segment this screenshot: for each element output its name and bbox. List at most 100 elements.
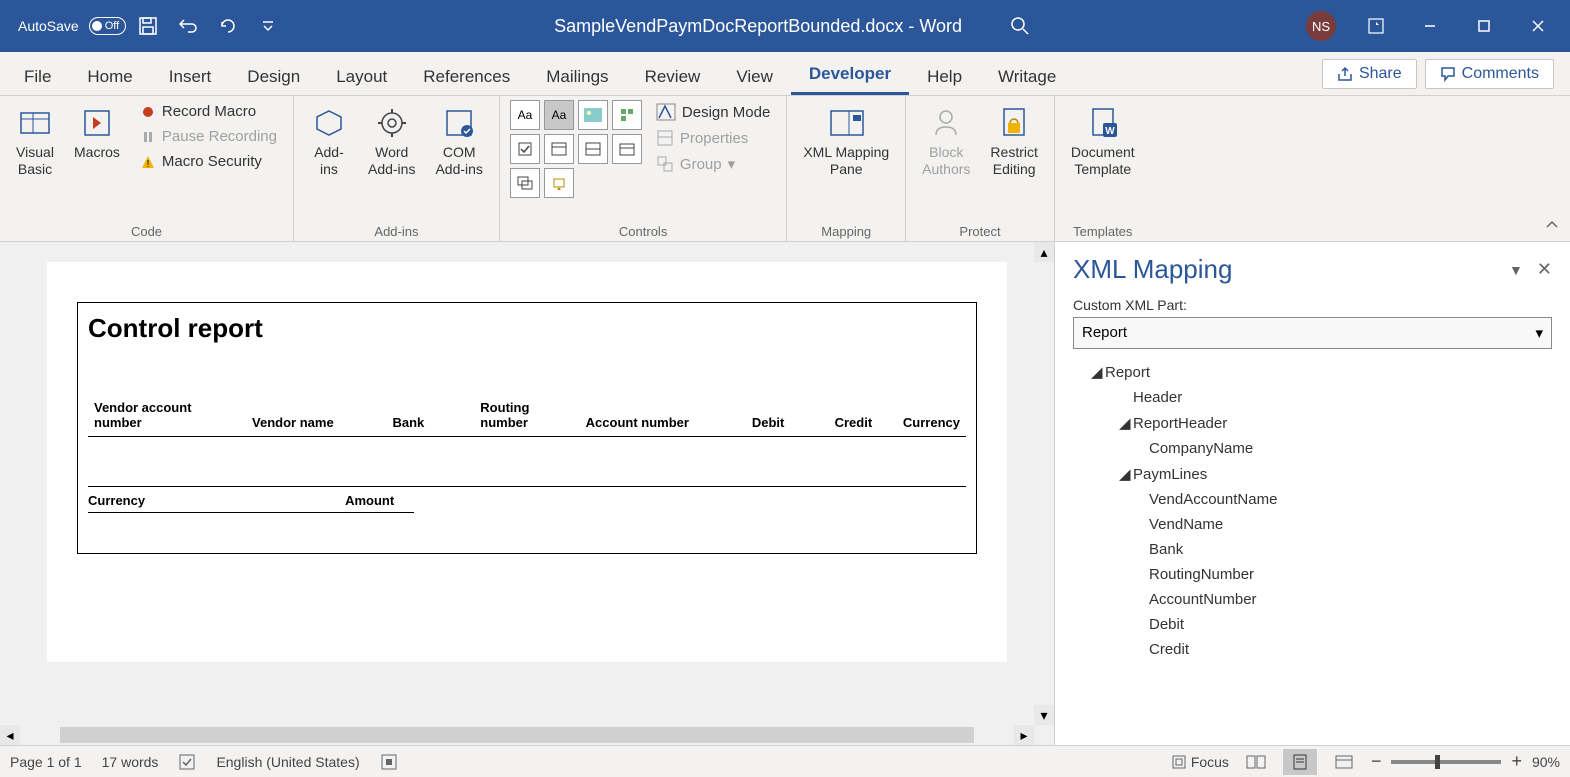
zoom-level[interactable]: 90% — [1532, 754, 1560, 770]
rich-text-control-button[interactable]: Aa — [510, 100, 540, 130]
custom-xml-select[interactable]: Report ▾ — [1073, 317, 1552, 349]
tab-file[interactable]: File — [6, 57, 69, 95]
group-protect: BlockAuthors RestrictEditing Protect — [906, 96, 1055, 241]
read-mode-button[interactable] — [1239, 749, 1273, 775]
tab-review[interactable]: Review — [627, 57, 719, 95]
status-words[interactable]: 17 words — [102, 754, 159, 770]
addins-button[interactable]: Add-ins — [304, 100, 354, 182]
group-controls-button: Group ▾ — [650, 152, 776, 176]
sum-currency: Currency — [88, 487, 345, 513]
building-block-control-button[interactable] — [612, 100, 642, 130]
print-layout-button[interactable] — [1283, 749, 1317, 775]
tab-writage[interactable]: Writage — [980, 57, 1074, 95]
com-addins-button[interactable]: COMAdd-ins — [429, 100, 488, 182]
tree-node-companyname[interactable]: CompanyName — [1073, 436, 1552, 461]
tree-node-vendaccountname[interactable]: VendAccountName — [1073, 487, 1552, 512]
autosave-toggle[interactable]: Off — [89, 17, 126, 35]
restrict-editing-button[interactable]: RestrictEditing — [984, 100, 1043, 182]
visual-basic-icon — [16, 104, 54, 142]
tree-node-accountnumber[interactable]: AccountNumber — [1073, 587, 1552, 612]
save-icon[interactable] — [130, 8, 166, 44]
tab-insert[interactable]: Insert — [151, 57, 230, 95]
collapse-ribbon-icon[interactable] — [1544, 217, 1560, 233]
search-icon[interactable] — [1002, 8, 1038, 44]
macros-button[interactable]: Macros — [68, 100, 126, 165]
status-language[interactable]: English (United States) — [216, 754, 359, 770]
design-mode-button[interactable]: Design Mode — [650, 100, 776, 124]
tree-node-debit[interactable]: Debit — [1073, 612, 1552, 637]
tree-node-vendname[interactable]: VendName — [1073, 512, 1552, 537]
svg-text:W: W — [1105, 126, 1115, 137]
scroll-right-icon[interactable]: ▸ — [1014, 725, 1034, 745]
ribbon-options-icon[interactable] — [1352, 2, 1400, 50]
visual-basic-button[interactable]: VisualBasic — [10, 100, 60, 182]
minimize-icon[interactable] — [1406, 2, 1454, 50]
tab-home[interactable]: Home — [69, 57, 150, 95]
block-authors-button[interactable]: BlockAuthors — [916, 100, 976, 182]
checkbox-control-button[interactable] — [510, 134, 540, 164]
scroll-left-icon[interactable]: ◂ — [0, 725, 20, 745]
customize-qat-icon[interactable] — [250, 8, 286, 44]
zoom-in-button[interactable]: + — [1511, 751, 1522, 772]
picture-control-button[interactable] — [578, 100, 608, 130]
macro-security-button[interactable]: ! Macro Security — [134, 150, 283, 173]
scroll-up-icon[interactable]: ▴ — [1034, 242, 1054, 262]
tree-node-report[interactable]: ◢Report — [1073, 359, 1552, 385]
group-code: VisualBasic Macros Record Macro Pause Re… — [0, 96, 294, 241]
xml-mapping-icon — [827, 104, 865, 142]
pane-options-icon[interactable]: ▼ — [1509, 262, 1523, 278]
spell-check-icon[interactable] — [178, 753, 196, 771]
record-macro-button[interactable]: Record Macro — [134, 100, 283, 123]
tab-references[interactable]: References — [405, 57, 528, 95]
sum-amount: Amount — [345, 487, 414, 513]
scroll-down-icon[interactable]: ▾ — [1034, 705, 1054, 725]
plain-text-control-button[interactable]: Aa — [544, 100, 574, 130]
date-picker-control-button[interactable] — [612, 134, 642, 164]
com-addins-icon — [440, 104, 478, 142]
close-icon[interactable] — [1514, 2, 1562, 50]
tab-developer[interactable]: Developer — [791, 54, 909, 95]
redo-icon[interactable] — [210, 8, 246, 44]
tab-layout[interactable]: Layout — [318, 57, 405, 95]
zoom-slider[interactable] — [1391, 760, 1501, 764]
focus-mode-button[interactable]: Focus — [1171, 754, 1229, 770]
col-vendor-name: Vendor name — [246, 394, 386, 437]
tab-view[interactable]: View — [718, 57, 791, 95]
tab-mailings[interactable]: Mailings — [528, 57, 626, 95]
web-layout-button[interactable] — [1327, 749, 1361, 775]
document-area[interactable]: Control report Vendor account number Ven… — [0, 242, 1054, 745]
tree-node-bank[interactable]: Bank — [1073, 537, 1552, 562]
zoom-thumb[interactable] — [1435, 755, 1440, 769]
comments-button[interactable]: Comments — [1425, 59, 1554, 89]
status-page[interactable]: Page 1 of 1 — [10, 754, 82, 770]
horizontal-scrollbar[interactable]: ◂ ▸ — [0, 725, 1034, 745]
word-addins-button[interactable]: WordAdd-ins — [362, 100, 421, 182]
tree-node-paymlines[interactable]: ◢PaymLines — [1073, 461, 1552, 487]
xml-mapping-pane-button[interactable]: XML MappingPane — [797, 100, 895, 182]
tree-node-credit[interactable]: Credit — [1073, 637, 1552, 662]
dropdown-control-button[interactable] — [578, 134, 608, 164]
macros-status-icon[interactable] — [380, 753, 398, 771]
tab-help[interactable]: Help — [909, 57, 980, 95]
document-template-button[interactable]: W DocumentTemplate — [1065, 100, 1141, 182]
pane-close-icon[interactable]: ✕ — [1537, 259, 1552, 280]
col-account: Account number — [580, 394, 703, 437]
repeating-section-control-button[interactable] — [510, 168, 540, 198]
group-label-mapping: Mapping — [797, 222, 895, 239]
combobox-control-button[interactable] — [544, 134, 574, 164]
col-debit: Debit — [703, 394, 791, 437]
zoom-out-button[interactable]: − — [1371, 751, 1382, 772]
block-authors-icon — [927, 104, 965, 142]
scroll-thumb[interactable] — [60, 727, 974, 743]
tree-node-header[interactable]: Header — [1073, 385, 1552, 410]
maximize-icon[interactable] — [1460, 2, 1508, 50]
tree-node-reportheader[interactable]: ◢ReportHeader — [1073, 410, 1552, 436]
legacy-tools-button[interactable] — [544, 168, 574, 198]
user-avatar[interactable]: NS — [1306, 11, 1336, 41]
status-bar: Page 1 of 1 17 words English (United Sta… — [0, 745, 1570, 777]
tree-node-routingnumber[interactable]: RoutingNumber — [1073, 562, 1552, 587]
tab-design[interactable]: Design — [229, 57, 318, 95]
undo-icon[interactable] — [170, 8, 206, 44]
vertical-scrollbar[interactable]: ▴ ▾ — [1034, 242, 1054, 745]
share-button[interactable]: Share — [1322, 59, 1417, 89]
